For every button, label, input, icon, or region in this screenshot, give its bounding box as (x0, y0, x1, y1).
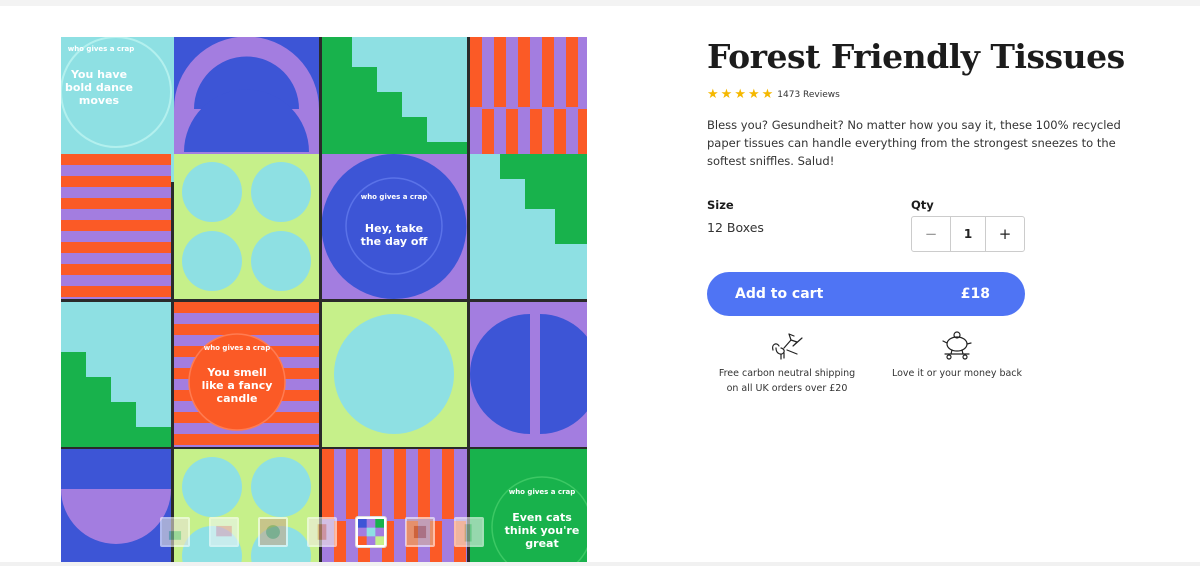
star-icon: ★ (707, 87, 719, 102)
qty-increase-button[interactable]: + (986, 217, 1024, 251)
add-to-cart-button[interactable]: Add to cart £18 (707, 272, 1025, 316)
sticker-line: the day off (361, 235, 428, 248)
stork-icon (772, 333, 803, 360)
box-tile (61, 302, 171, 447)
box-tile: who gives a crap You smell like a fancy … (174, 302, 319, 447)
sticker-line: candle (217, 392, 258, 405)
perk-shipping: Free carbon neutral shipping on all UK o… (707, 330, 867, 396)
cart-price: £18 (960, 286, 990, 302)
box-tile (61, 154, 171, 299)
product-info: Forest Friendly Tissues ★ ★ ★ ★ ★ 1473 R… (707, 37, 1167, 394)
box-tile (470, 302, 587, 447)
box-tile: who gives a crap Hey, take the day off (322, 154, 467, 299)
thumbnail[interactable] (405, 517, 435, 547)
shipping-text-line2: on all UK orders over £20 (726, 383, 848, 394)
sticker-line: moves (79, 94, 120, 107)
size-value: 12 Boxes (707, 220, 764, 235)
sticker-brand: who gives a crap (361, 193, 428, 201)
product-description: Bless you? Gesundheit? No matter how you… (707, 118, 1121, 168)
thumbnail[interactable] (258, 517, 288, 547)
qty-decrease-button[interactable]: − (912, 217, 950, 251)
product-options: Size 12 Boxes Qty − 1 + (707, 196, 1027, 256)
size-label: Size (707, 198, 734, 212)
sticker-brand: who gives a crap (204, 344, 271, 352)
add-to-cart-label: Add to cart (735, 286, 824, 302)
piggy-bank-icon (942, 331, 972, 360)
reviews-count[interactable]: 1473 Reviews (777, 90, 840, 100)
box-tile (174, 154, 319, 299)
sticker-line: great (525, 537, 558, 550)
qty-label: Qty (911, 198, 934, 212)
sticker-brand: who gives a crap (68, 45, 135, 53)
thumbnail-active[interactable] (356, 517, 386, 547)
bottom-strip (0, 562, 1200, 566)
sticker-line: think you're (505, 524, 580, 537)
thumbnail[interactable] (209, 517, 239, 547)
product-gallery[interactable]: who gives a crap You have bold dance mov… (61, 37, 587, 563)
sticker-line: You have (70, 68, 127, 81)
quantity-stepper: − 1 + (911, 216, 1025, 252)
top-strip (0, 0, 1200, 6)
star-icon: ★ (761, 87, 774, 102)
thumbnail[interactable] (160, 517, 190, 547)
sticker-line: Hey, take (365, 222, 423, 235)
box-tile (470, 154, 587, 299)
sticker-line: You smell (206, 366, 266, 379)
perk-guarantee: Love it or your money back (877, 330, 1037, 381)
box-tile: who gives a crap Even cats think you're … (470, 449, 587, 563)
qty-input[interactable]: 1 (950, 217, 986, 251)
star-icon: ★ (734, 87, 746, 102)
star-rating: ★ ★ ★ ★ ★ (707, 88, 773, 102)
sticker-brand: who gives a crap (509, 488, 576, 496)
box-tile (61, 449, 171, 563)
sticker-line: bold dance (65, 81, 133, 94)
thumbnail[interactable] (454, 517, 484, 547)
thumbnail[interactable] (307, 517, 337, 547)
perks: Free carbon neutral shipping on all UK o… (707, 330, 1037, 400)
rating[interactable]: ★ ★ ★ ★ ★ 1473 Reviews (707, 88, 1167, 102)
star-icon: ★ (747, 87, 760, 102)
guarantee-text: Love it or your money back (891, 368, 1023, 379)
sticker-line: like a fancy (202, 379, 273, 392)
product-title: Forest Friendly Tissues (707, 37, 1125, 76)
shipping-text-line1: Free carbon neutral shipping (718, 368, 856, 379)
star-icon: ★ (720, 87, 733, 102)
thumbnail-strip (160, 517, 484, 547)
sticker-line: Even cats (512, 511, 572, 524)
box-tile (322, 302, 467, 447)
